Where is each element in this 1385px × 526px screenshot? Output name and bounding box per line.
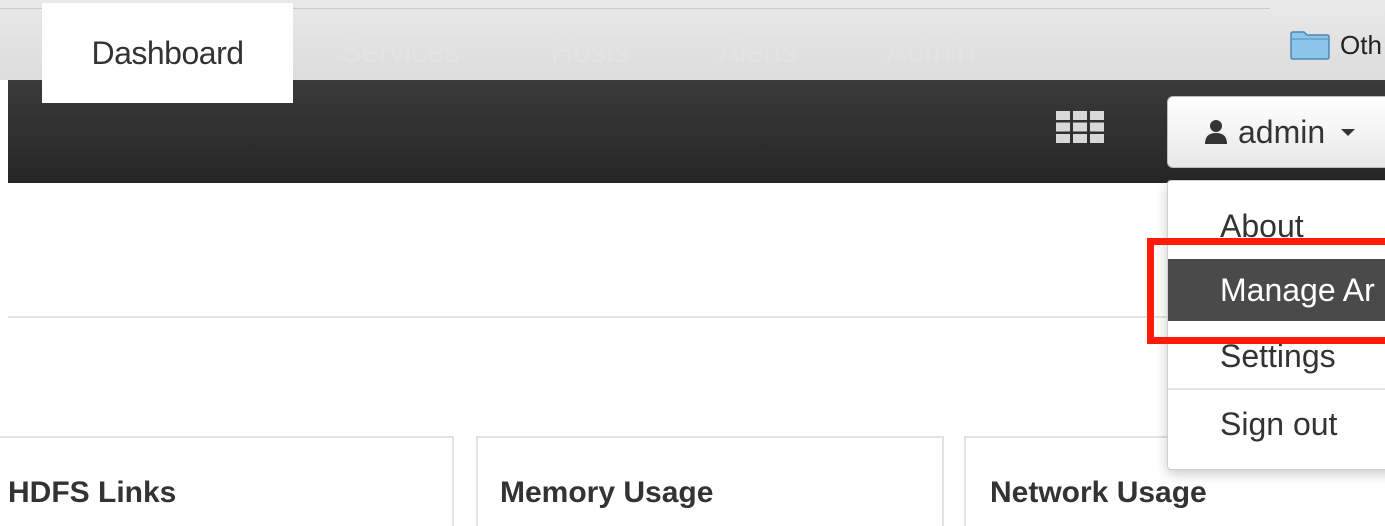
- user-menu-button[interactable]: admin: [1167, 96, 1385, 168]
- widget-memory-usage: Memory Usage: [476, 436, 944, 526]
- menu-divider: [1168, 388, 1385, 390]
- tab-services-label: Services: [340, 33, 460, 69]
- chevron-down-icon: [1341, 128, 1356, 136]
- tab-services[interactable]: Services: [305, 0, 495, 103]
- menu-item-about[interactable]: About: [1168, 195, 1385, 257]
- menu-item-label: Settings: [1220, 337, 1336, 374]
- bookmark-other[interactable]: Oth: [1290, 28, 1382, 62]
- user-dropdown-menu: About Manage Ar Settings Sign out: [1167, 180, 1385, 470]
- tab-admin-label: Admin: [885, 33, 975, 69]
- widget-title: Network Usage: [990, 476, 1207, 509]
- folder-icon: [1290, 31, 1330, 60]
- tab-admin[interactable]: Admin: [858, 0, 1002, 103]
- widget-title: HDFS Links: [8, 476, 177, 509]
- menu-item-manage-ambari[interactable]: Manage Ar: [1168, 259, 1385, 321]
- widget-hdfs-links: HDFS Links: [0, 436, 454, 526]
- menu-item-sign-out[interactable]: Sign out: [1168, 393, 1385, 455]
- tab-hosts[interactable]: Hosts: [520, 0, 660, 103]
- grid-icon[interactable]: [1056, 111, 1104, 143]
- tab-dashboard[interactable]: Dashboard: [42, 3, 293, 103]
- tab-alerts[interactable]: Alerts: [690, 0, 826, 103]
- user-name: admin: [1238, 113, 1326, 150]
- tab-hosts-label: Hosts: [550, 33, 630, 69]
- tab-alerts-label: Alerts: [718, 33, 798, 69]
- menu-item-label: Manage Ar: [1220, 271, 1375, 308]
- user-icon: [1205, 120, 1227, 144]
- bookmark-other-label: Oth: [1340, 29, 1382, 60]
- menu-item-label: About: [1220, 207, 1304, 244]
- tab-dashboard-label: Dashboard: [91, 34, 244, 71]
- widget-title: Memory Usage: [500, 476, 714, 509]
- menu-item-settings[interactable]: Settings: [1168, 325, 1385, 387]
- menu-item-label: Sign out: [1220, 405, 1338, 442]
